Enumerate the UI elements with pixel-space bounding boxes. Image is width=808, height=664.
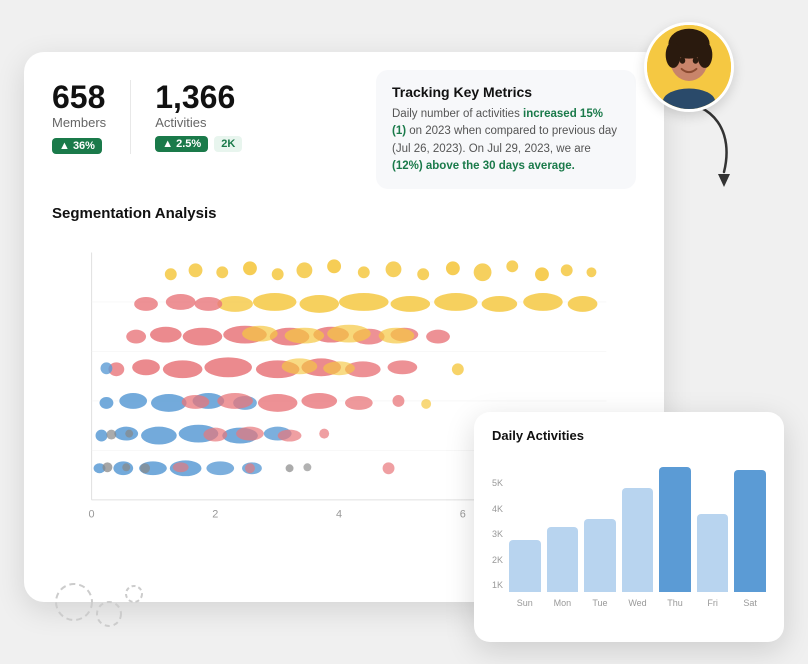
bar-chart: Sun Mon Tue Wed xyxy=(509,478,766,608)
daily-activities-title: Daily Activities xyxy=(492,428,766,443)
bar-sun: Sun xyxy=(509,540,541,608)
bar-sat: Sat xyxy=(734,470,766,608)
bar-mon: Mon xyxy=(547,527,579,608)
bar-wed: Wed xyxy=(622,488,654,608)
bar-thu: Thu xyxy=(659,467,691,608)
bar-fri-label: Fri xyxy=(707,598,718,608)
y-label-3k: 3K xyxy=(492,529,503,539)
y-label-2k: 2K xyxy=(492,555,503,565)
bar-sat-label: Sat xyxy=(743,598,757,608)
bar-mon-fill xyxy=(547,527,579,592)
tracking-title: Tracking Key Metrics xyxy=(392,84,620,100)
bar-sun-label: Sun xyxy=(517,598,533,608)
bar-sun-fill xyxy=(509,540,541,592)
activities-badge: ▲ 2.5% xyxy=(155,136,208,152)
bar-wed-fill xyxy=(622,488,654,592)
bar-thu-fill xyxy=(659,467,691,592)
tracking-box: Tracking Key Metrics Daily number of act… xyxy=(376,70,636,189)
members-metric: 658 Members ▲ 36% xyxy=(52,80,131,154)
svg-text:2: 2 xyxy=(212,509,218,521)
scene: 658 Members ▲ 36% 1,366 Activities ▲ 2.5… xyxy=(24,22,784,642)
bar-tue: Tue xyxy=(584,519,616,608)
activities-metric: 1,366 Activities ▲ 2.5% 2K xyxy=(155,80,266,152)
tracking-highlight1: increased 15% (1) xyxy=(392,108,603,137)
bar-sat-fill xyxy=(734,470,766,592)
bar-wed-label: Wed xyxy=(628,598,646,608)
activities-label: Activities xyxy=(155,115,242,130)
activities-value: 1,366 xyxy=(155,80,242,115)
y-axis: 5K 4K 3K 2K 1K xyxy=(492,478,503,608)
bar-fri-fill xyxy=(697,514,729,592)
bar-thu-label: Thu xyxy=(667,598,683,608)
members-badge: ▲ 36% xyxy=(52,138,102,154)
segmentation-title: Segmentation Analysis xyxy=(52,205,636,222)
bar-tue-label: Tue xyxy=(592,598,607,608)
daily-activities-card: Daily Activities 5K 4K 3K 2K 1K Sun xyxy=(474,412,784,642)
bar-mon-label: Mon xyxy=(554,598,572,608)
bar-tue-fill xyxy=(584,519,616,592)
tracking-text: Daily number of activities increased 15%… xyxy=(392,106,620,175)
y-label-5k: 5K xyxy=(492,478,503,488)
tracking-highlight2: (12%) above the 30 days average. xyxy=(392,160,575,172)
members-value: 658 xyxy=(52,80,106,115)
activities-badge2: 2K xyxy=(214,136,242,152)
y-label-1k: 1K xyxy=(492,580,503,590)
svg-text:0: 0 xyxy=(89,509,95,521)
metrics-row: 658 Members ▲ 36% 1,366 Activities ▲ 2.5… xyxy=(52,80,290,171)
bar-fri: Fri xyxy=(697,514,729,608)
y-label-4k: 4K xyxy=(492,504,503,514)
svg-text:4: 4 xyxy=(336,509,342,521)
avatar xyxy=(644,22,734,112)
svg-text:6: 6 xyxy=(460,509,466,521)
decorative-dashes xyxy=(54,572,154,632)
members-label: Members xyxy=(52,115,106,130)
